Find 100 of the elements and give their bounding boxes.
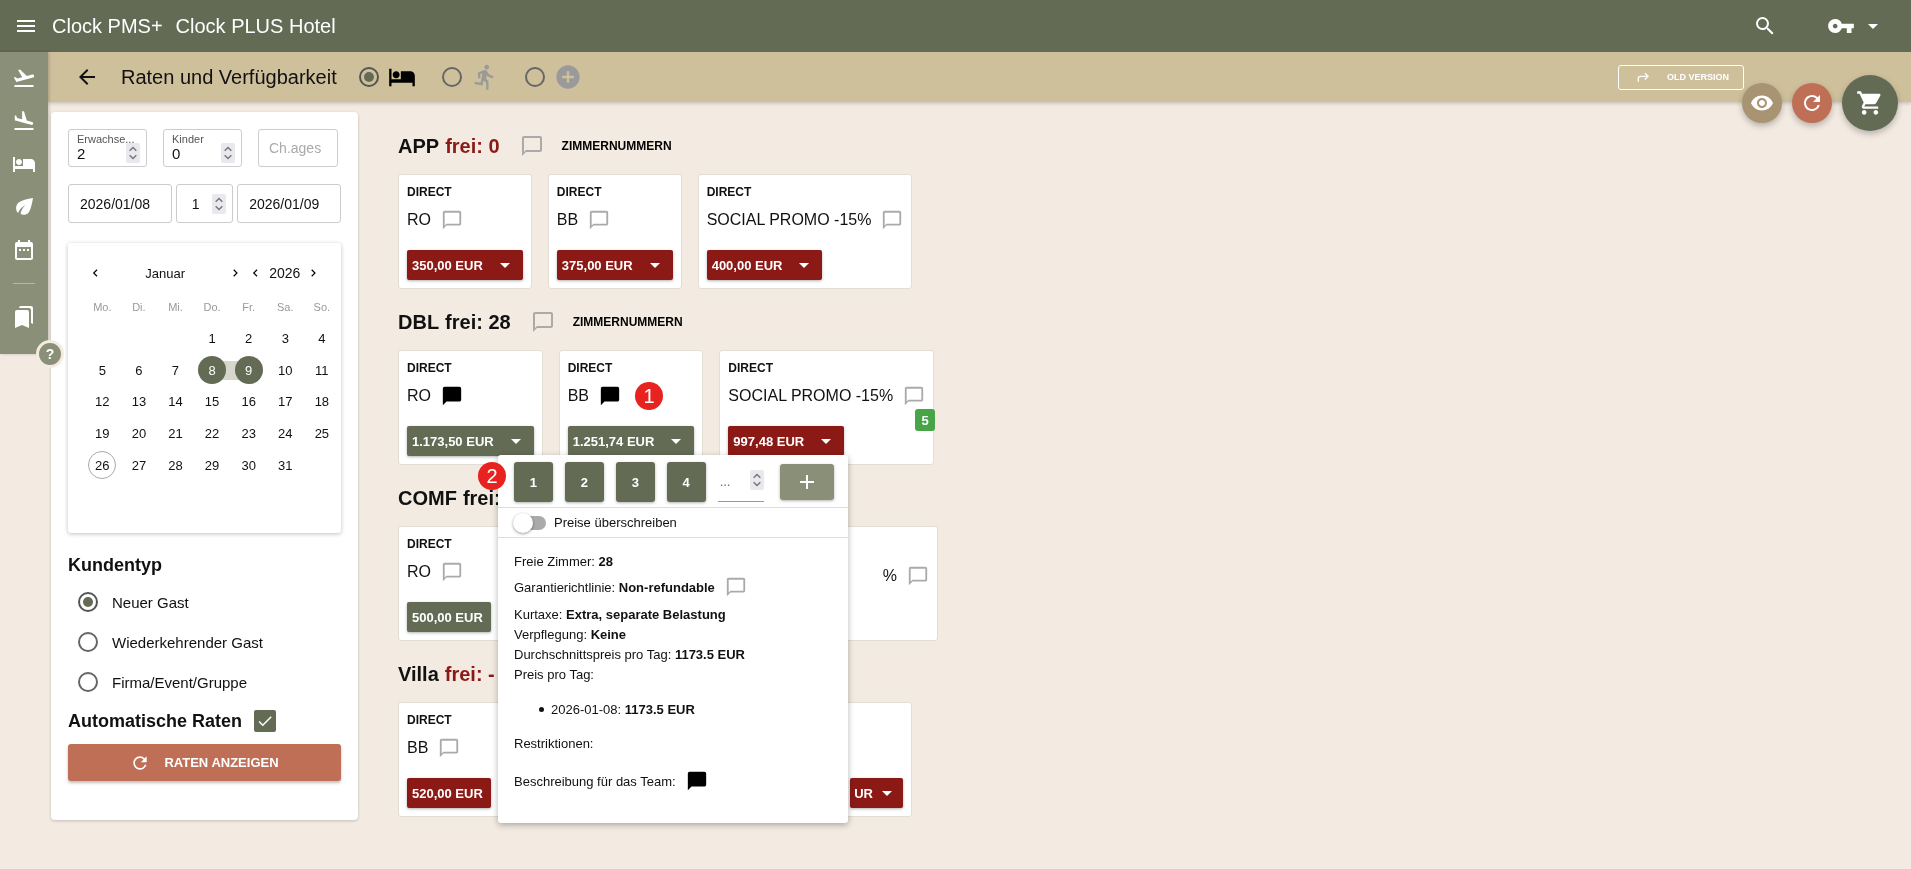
room-type-name: APP bbox=[398, 134, 440, 158]
comment-icon[interactable] bbox=[530, 310, 555, 334]
child-ages-field[interactable]: Ch.ages bbox=[258, 129, 338, 167]
spinner-icon[interactable] bbox=[126, 143, 140, 163]
room-count-button[interactable]: 2 bbox=[564, 462, 604, 502]
calendar-day[interactable]: 13 bbox=[124, 387, 153, 416]
rate-name: BB bbox=[407, 739, 429, 757]
comment-icon[interactable] bbox=[588, 209, 611, 231]
calendar-icon[interactable] bbox=[12, 238, 36, 262]
calendar-day[interactable]: 14 bbox=[161, 387, 190, 416]
calendar-day[interactable]: 5 bbox=[88, 356, 117, 385]
eye-button[interactable] bbox=[1742, 83, 1782, 123]
calendar-day[interactable]: 3 bbox=[271, 324, 300, 353]
calendar-day[interactable]: 8 bbox=[198, 356, 227, 385]
comment-icon[interactable] bbox=[438, 737, 461, 759]
room-numbers-button[interactable]: ZIMMERNUMMERN bbox=[572, 315, 683, 329]
calendar-day[interactable]: 10 bbox=[271, 356, 300, 385]
calendar-day[interactable]: 6 bbox=[124, 356, 153, 385]
price-dropdown[interactable]: 997,48 EUR bbox=[728, 426, 845, 456]
calendar-day[interactable]: 21 bbox=[161, 419, 190, 448]
radio-button[interactable] bbox=[78, 672, 98, 692]
price-dropdown[interactable]: 375,00 EUR bbox=[556, 250, 673, 280]
free-rooms-label: frei: 28 bbox=[445, 310, 511, 334]
radio-button[interactable] bbox=[78, 632, 98, 652]
radio-button[interactable] bbox=[78, 592, 98, 612]
calendar-day[interactable]: 1 bbox=[198, 324, 227, 353]
filled-comment-icon[interactable] bbox=[685, 770, 708, 792]
spinner-icon[interactable] bbox=[221, 143, 235, 163]
calendar-day[interactable]: 17 bbox=[271, 387, 300, 416]
price-dropdown[interactable]: 400,00 EUR bbox=[706, 250, 823, 280]
calendar-day[interactable]: 4 bbox=[307, 324, 336, 353]
calendar-day[interactable]: 28 bbox=[161, 451, 190, 480]
price-dropdown[interactable]: 350,00 EUR bbox=[407, 250, 523, 280]
calendar-day[interactable]: 31 bbox=[271, 451, 300, 480]
radio-button[interactable] bbox=[358, 67, 379, 87]
calendar-day[interactable]: 27 bbox=[124, 451, 153, 480]
filled-comment-icon[interactable] bbox=[599, 385, 621, 407]
toggle-switch[interactable] bbox=[516, 515, 546, 530]
spinner-icon[interactable] bbox=[212, 194, 227, 214]
calendar-day[interactable]: 12 bbox=[88, 387, 117, 416]
caret-icon bbox=[821, 438, 832, 444]
calendar-day[interactable]: 24 bbox=[271, 419, 300, 448]
calendar-day[interactable]: 2 bbox=[234, 324, 263, 353]
restrictions-label: Restriktionen: bbox=[514, 735, 594, 751]
comment-icon[interactable] bbox=[519, 134, 544, 158]
bookmarks-icon[interactable] bbox=[12, 305, 36, 329]
calendar-day[interactable]: 29 bbox=[198, 451, 227, 480]
calendar-day[interactable]: 30 bbox=[234, 451, 263, 480]
spinner-icon[interactable] bbox=[749, 469, 764, 490]
departure-date-field[interactable]: 2026/01/09 bbox=[237, 184, 341, 223]
calendar-day[interactable]: 20 bbox=[124, 419, 153, 448]
toggle-label: Preise überschreiben bbox=[554, 515, 677, 530]
show-rates-button[interactable]: RATEN ANZEIGEN bbox=[68, 744, 341, 781]
filled-comment-icon[interactable] bbox=[441, 385, 463, 407]
room-count-button[interactable]: 4 bbox=[666, 462, 706, 502]
price-dropdown[interactable]: UR bbox=[850, 778, 903, 808]
checkbox[interactable] bbox=[254, 710, 277, 732]
calendar-day[interactable]: 19 bbox=[88, 419, 117, 448]
refresh-button[interactable] bbox=[1792, 83, 1832, 123]
rate-name: SOCIAL PROMO -15% bbox=[728, 387, 894, 405]
caret-icon bbox=[649, 262, 660, 268]
comment-icon[interactable] bbox=[881, 209, 904, 231]
page-title: Raten und Verfügbarkeit bbox=[121, 65, 337, 89]
calendar-day[interactable]: 9 bbox=[234, 356, 263, 385]
add-button[interactable] bbox=[779, 464, 835, 500]
comment-icon[interactable] bbox=[441, 209, 463, 231]
weekday-label: Sa. bbox=[276, 299, 295, 315]
children-field[interactable]: Kinder 0 bbox=[163, 129, 242, 167]
price-dropdown[interactable]: 500,00 EUR bbox=[407, 602, 491, 632]
comment-icon[interactable] bbox=[903, 385, 926, 407]
cart-button[interactable] bbox=[1842, 75, 1898, 131]
adults-field[interactable]: Erwachse... 2 bbox=[68, 129, 147, 167]
calendar-day[interactable]: 11 bbox=[307, 356, 336, 385]
comment-icon[interactable] bbox=[907, 565, 929, 587]
channel-label: DIRECT bbox=[407, 713, 453, 727]
room-count-button[interactable]: 1 bbox=[514, 462, 553, 502]
price-dropdown[interactable]: 520,00 EUR bbox=[407, 778, 491, 808]
comment-icon[interactable] bbox=[724, 576, 747, 598]
price-dropdown[interactable]: 1.173,50 EUR bbox=[407, 426, 534, 456]
arrival-date-field[interactable]: 2026/01/08 bbox=[68, 184, 172, 223]
caret-icon bbox=[499, 262, 510, 268]
room-numbers-button[interactable]: ZIMMERNUMMERN bbox=[561, 139, 672, 153]
info-text: Garantierichtlinie: Non-refundable bbox=[514, 579, 715, 595]
calendar-day[interactable]: 7 bbox=[161, 356, 190, 385]
app-title: Clock PMS+ bbox=[52, 14, 163, 38]
radio-button[interactable] bbox=[524, 67, 545, 87]
calendar-day[interactable]: 16 bbox=[234, 387, 263, 416]
comment-icon[interactable] bbox=[441, 561, 463, 583]
room-count-button[interactable]: 3 bbox=[615, 462, 655, 502]
calendar-day[interactable]: 25 bbox=[307, 419, 336, 448]
quantity-field[interactable]: ... bbox=[717, 472, 752, 490]
plane-landing-icon[interactable] bbox=[12, 109, 36, 133]
calendar-day[interactable]: 18 bbox=[307, 387, 336, 416]
calendar-day[interactable]: 15 bbox=[198, 387, 227, 416]
calendar-day[interactable]: 22 bbox=[198, 419, 227, 448]
price-dropdown[interactable]: 1.251,74 EUR bbox=[567, 426, 695, 456]
rate-name: RO bbox=[407, 563, 431, 581]
calendar-day[interactable]: 23 bbox=[234, 419, 263, 448]
rate-name: SOCIAL PROMO -15% bbox=[706, 211, 872, 229]
radio-button[interactable] bbox=[441, 67, 462, 87]
